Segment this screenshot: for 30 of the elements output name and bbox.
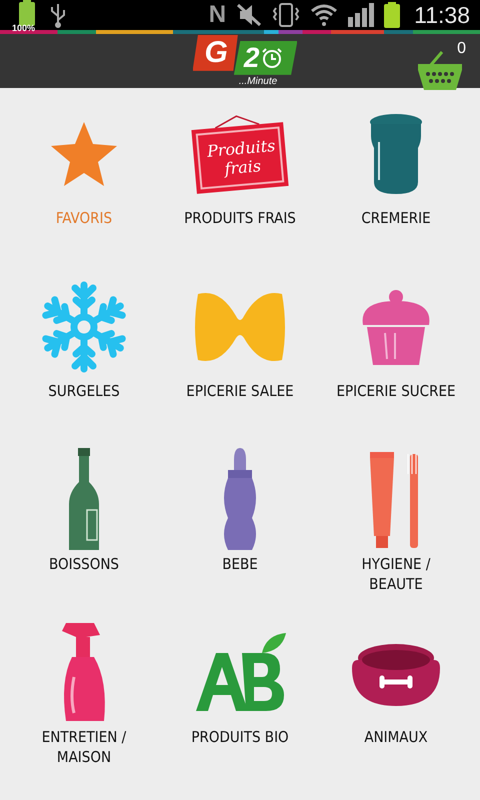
battery-icon	[384, 2, 400, 28]
category-button[interactable]: ANIMAUX	[318, 627, 474, 800]
logo-digit: 2	[244, 40, 260, 75]
category-button[interactable]: BOISSONS	[6, 454, 162, 628]
nfc-letter: N	[208, 1, 226, 30]
mute-icon	[236, 3, 262, 28]
sign-icon	[191, 115, 289, 194]
vibrate-icon	[272, 2, 300, 28]
usb-icon	[50, 2, 66, 28]
jar-icon	[367, 112, 425, 196]
battery-icon	[19, 0, 35, 26]
category-button[interactable]: CREMERIE	[318, 108, 474, 282]
status-time: 11:38	[414, 2, 470, 29]
category-button[interactable]: Produits frais PRODUITS FRAIS	[162, 108, 318, 282]
category-button[interactable]: EPICERIE SUCREE	[318, 281, 474, 454]
bottle-icon	[67, 448, 101, 552]
logo-letter: G	[192, 34, 238, 71]
category-button[interactable]: ENTRETIEN / MAISON	[6, 627, 162, 800]
alarm-clock-icon	[261, 46, 284, 69]
category-button[interactable]: BEBE	[162, 454, 318, 628]
star-icon	[49, 120, 119, 188]
category-button[interactable]: PRODUITS BIO	[162, 627, 318, 800]
category-button[interactable]: SURGELES	[6, 281, 162, 454]
snowflake-icon	[40, 281, 128, 374]
sign-text: Produits frais	[206, 136, 276, 178]
logo-tagline: ...Minute	[238, 76, 278, 87]
wifi-icon	[310, 3, 338, 28]
category-button[interactable]: EPICERIE SALEE	[162, 281, 318, 454]
category-button[interactable]: HYGIENE / BEAUTE	[318, 454, 474, 628]
signal-icon	[348, 3, 374, 28]
